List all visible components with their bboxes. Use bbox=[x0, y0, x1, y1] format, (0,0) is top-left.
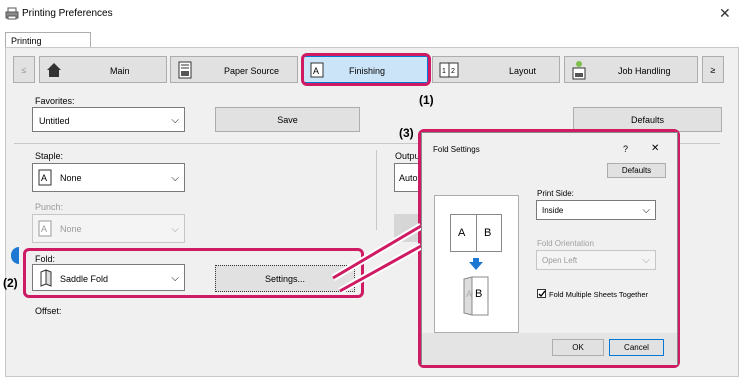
fold-multiple-checkbox[interactable] bbox=[537, 289, 546, 298]
folded-label-a: A bbox=[466, 289, 473, 299]
arrow-down-icon bbox=[469, 258, 483, 270]
print-side-value: Inside bbox=[542, 206, 564, 215]
fold-settings-dialog: Fold Settings ? ✕ Defaults A B A B Print… bbox=[421, 132, 678, 365]
print-side-dropdown[interactable]: Inside ⌵ bbox=[536, 200, 656, 220]
fold-defaults-button[interactable]: Defaults bbox=[607, 163, 666, 178]
fold-dialog-close-button[interactable]: ✕ bbox=[651, 143, 659, 154]
flat-sheet: A B bbox=[450, 214, 502, 252]
sheet-label-a: A bbox=[458, 227, 466, 239]
help-button[interactable]: ? bbox=[623, 144, 628, 154]
fold-multiple-label: Fold Multiple Sheets Together bbox=[549, 290, 649, 299]
fold-orientation-value: Open Left bbox=[542, 256, 578, 265]
folded-label-b: B bbox=[475, 288, 483, 300]
fold-dialog-title: Fold Settings bbox=[433, 145, 480, 154]
fold-orientation-dropdown[interactable]: Open Left ⌵ bbox=[536, 250, 656, 270]
fold-line bbox=[476, 215, 477, 251]
fold-preview-panel: A B A B bbox=[434, 195, 519, 333]
folded-sheet: A B bbox=[463, 276, 489, 316]
chevron-down-icon: ⌵ bbox=[642, 255, 650, 266]
fold-orientation-label: Fold Orientation bbox=[537, 239, 594, 248]
sheet-label-b: B bbox=[484, 227, 492, 239]
chevron-down-icon: ⌵ bbox=[642, 205, 650, 216]
cancel-button[interactable]: Cancel bbox=[609, 339, 664, 356]
ok-button[interactable]: OK bbox=[552, 339, 604, 356]
checkmark-icon bbox=[538, 290, 546, 298]
print-side-label: Print Side: bbox=[537, 189, 574, 198]
